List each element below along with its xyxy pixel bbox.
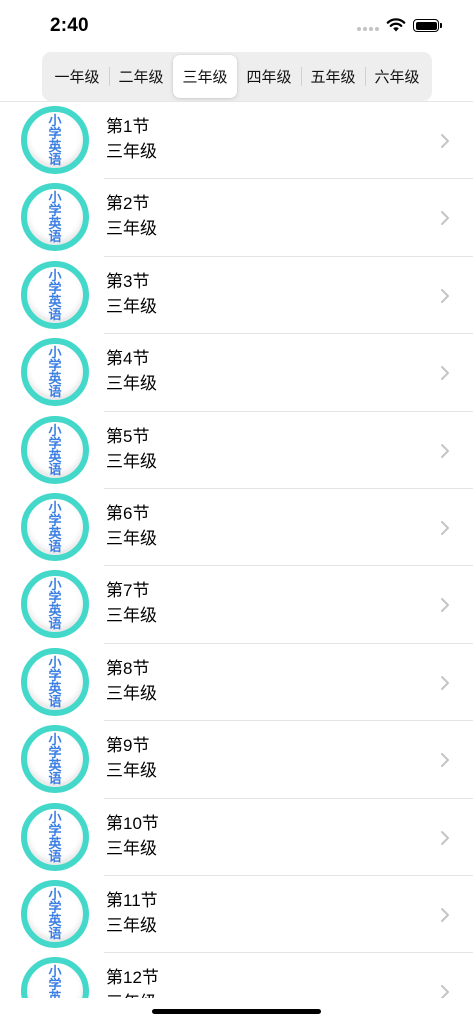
logo-text: 小学英语 [48,422,62,477]
logo-text: 小学英语 [48,345,62,400]
tab-grade-5[interactable]: 五年级 [301,55,365,98]
lesson-grade: 三年级 [106,374,157,394]
tab-grade-6[interactable]: 六年级 [365,55,429,98]
lesson-grade: 三年级 [106,683,157,703]
lesson-grade: 三年级 [106,296,157,316]
lesson-grade: 三年级 [106,993,157,998]
list-item[interactable]: 小学英语 第2节三年级 [0,179,473,258]
lesson-list[interactable]: 小学英语 第1节 三年级 小学英语 第2节 三年级 小学英语 第3节 三年级 小学英语 第4节 三年级… [0,101,473,998]
primary-english-logo-icon: 小学英语 [21,338,89,407]
chevron-right-icon [441,830,449,845]
logo-text: 小学英语 [48,267,62,322]
lesson-title: 第4节 [106,349,150,369]
chevron-right-icon [441,520,449,535]
tab-label: 五年级 [310,69,356,86]
tab-label: 六年级 [374,69,420,86]
tab-grade-3[interactable]: 三年级 [173,55,237,98]
lesson-title: 第5节 [106,426,150,446]
lesson-grade: 三年级 [106,528,157,548]
logo-text: 小学英语 [48,499,62,554]
lesson-grade: 三年级 [106,838,157,858]
primary-english-logo-icon: 小学英语 [21,647,89,716]
primary-english-logo-icon: 小学英语 [21,570,89,639]
lesson-title: 第12节 [106,968,159,988]
primary-english-logo-icon: 小学英语 [21,725,89,794]
logo-text: 小学英语 [48,886,62,941]
chevron-right-icon [441,598,449,613]
tab-label: 一年级 [54,69,100,86]
primary-english-logo-icon: 小学英语 [21,802,89,871]
wifi-icon [386,18,406,32]
lesson-title: 第9节 [106,736,150,756]
primary-english-logo-icon: 小学英语 [21,492,89,561]
primary-english-logo-icon: 小学英语 [21,260,89,329]
logo-text: 小学英语 [48,577,62,632]
logo-text: 小学英语 [48,654,62,709]
list-item[interactable]: 小学英语 第10节三年级 [0,799,473,877]
list-item[interactable]: 小学英语 第3节三年级 [0,257,473,335]
status-bar: 2:40 [0,0,473,50]
primary-english-logo-icon: 小学英语 [21,957,89,998]
lesson-grade: 三年级 [106,915,157,935]
battery-icon [413,19,442,32]
chevron-right-icon [441,211,449,226]
lesson-title: 第3节 [106,271,150,291]
list-item[interactable]: 小学英语 第12节三年级 [0,953,473,998]
logo-text: 小学英语 [48,964,62,998]
logo-text: 小学英语 [48,190,62,245]
logo-text: 小学英语 [48,809,62,864]
chevron-right-icon [441,753,449,768]
list-item[interactable]: 小学英语 第9节三年级 [0,721,473,799]
grade-segmented-control: 一年级 二年级 三年级 四年级 五年级 六年级 [42,52,432,101]
lesson-grade: 三年级 [106,142,157,161]
list-item[interactable]: 小学英语 第4节三年级 [0,334,473,412]
tab-label: 二年级 [118,69,164,86]
list-item[interactable]: 小学英语 第7节三年级 [0,566,473,645]
list-item[interactable]: 小学英语 第11节三年级 [0,876,473,954]
chevron-right-icon [441,985,449,998]
lesson-grade: 三年级 [106,761,157,781]
list-item[interactable]: 小学英语 第1节三年级 [0,102,473,180]
logo-text: 小学英语 [48,113,62,167]
lesson-grade: 三年级 [106,606,157,626]
primary-english-logo-icon: 小学英语 [21,415,89,484]
chevron-right-icon [441,366,449,381]
lesson-title: 第7节 [106,581,150,601]
chevron-right-icon [441,288,449,303]
tab-grade-1[interactable]: 一年级 [45,55,109,98]
logo-text: 小学英语 [48,732,62,787]
list-item[interactable]: 小学英语 第5节三年级 [0,412,473,490]
chevron-right-icon [441,907,449,922]
tab-label: 四年级 [246,69,292,86]
cellular-signal-icon [357,27,379,31]
lesson-title: 第2节 [106,194,150,214]
chevron-right-icon [441,443,449,458]
lesson-title: 第11节 [106,890,158,910]
lesson-grade: 三年级 [106,451,157,471]
tab-grade-2[interactable]: 二年级 [109,55,173,98]
lesson-title: 第8节 [106,658,150,678]
tab-label: 三年级 [182,69,228,86]
lesson-grade: 三年级 [106,219,157,239]
tab-grade-4[interactable]: 四年级 [237,55,301,98]
lesson-title: 第6节 [106,503,150,523]
lesson-title: 第1节 [106,117,150,136]
home-indicator[interactable] [152,1009,321,1014]
status-time: 2:40 [50,15,89,36]
chevron-right-icon [441,134,449,148]
chevron-right-icon [441,675,449,690]
lesson-title: 第10节 [106,813,159,833]
list-item[interactable]: 小学英语 第6节三年级 [0,489,473,567]
primary-english-logo-icon: 小学英语 [21,106,89,174]
primary-english-logo-icon: 小学英语 [21,879,89,948]
primary-english-logo-icon: 小学英语 [21,183,89,252]
list-item[interactable]: 小学英语 第8节三年级 [0,644,473,722]
